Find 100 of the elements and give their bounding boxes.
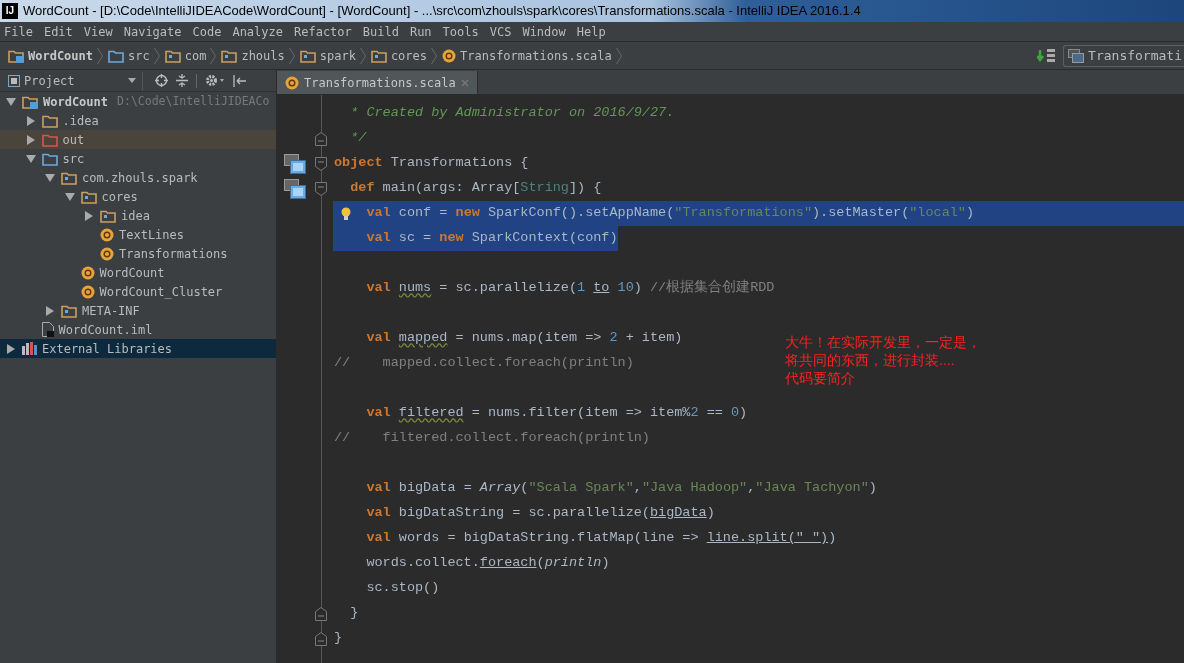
- tree-item[interactable]: cores: [0, 187, 276, 206]
- folder-icon: [108, 48, 125, 63]
- settings-icon[interactable]: [205, 74, 225, 87]
- code-line: object Transformations {: [333, 154, 529, 173]
- menu-item[interactable]: Edit: [43, 25, 73, 38]
- fold-marker-icon[interactable]: [315, 606, 327, 621]
- breadcrumb[interactable]: cores: [370, 46, 431, 65]
- code-line: sc.stop(): [365, 579, 440, 598]
- folder-icon: [8, 48, 24, 63]
- tree-item[interactable]: WordCount D:\Code\IntelliJIDEACo: [0, 92, 276, 111]
- lightbulb-icon[interactable]: [341, 206, 351, 221]
- code-line: val bigData = Array("Scala Spark","Java Hadoop","Java Tachyon"): [365, 479, 877, 498]
- editor-tab[interactable]: Transformations.scala: [277, 71, 478, 94]
- collapsed-arrow-icon[interactable]: [26, 134, 35, 145]
- project-view-dropdown[interactable]: Project: [8, 71, 136, 90]
- folder-icon: [299, 48, 316, 63]
- breadcrumb[interactable]: Transformations.scala: [442, 46, 616, 65]
- folder-icon: [61, 170, 77, 185]
- separator-icon: [615, 47, 622, 64]
- menu-item[interactable]: VCS: [489, 25, 512, 38]
- folder-icon: [41, 113, 58, 128]
- class-icon: [442, 48, 456, 63]
- code-line: */: [349, 129, 367, 148]
- folder-icon: [41, 132, 58, 147]
- menu-item[interactable]: File: [4, 25, 33, 38]
- hide-icon[interactable]: [233, 74, 246, 87]
- menu-item[interactable]: View: [83, 25, 113, 38]
- class-icon: [100, 227, 114, 242]
- breadcrumb[interactable]: src: [108, 46, 154, 65]
- collapse-icon[interactable]: [176, 74, 188, 87]
- tree-item[interactable]: src: [0, 149, 276, 168]
- menu-item[interactable]: Refactor: [294, 25, 352, 38]
- expanded-arrow-icon[interactable]: [64, 192, 75, 201]
- folder-icon: [221, 48, 238, 63]
- breadcrumb[interactable]: zhouls: [221, 46, 289, 65]
- run-configuration-dropdown[interactable]: Transformati: [1063, 44, 1184, 67]
- tree-item[interactable]: Transformations: [0, 244, 276, 263]
- expanded-arrow-icon[interactable]: [45, 173, 55, 182]
- library-icon: [22, 342, 37, 355]
- code-line: // mapped.collect.foreach(println): [333, 354, 634, 373]
- tree-item[interactable]: idea: [0, 206, 276, 225]
- code-line: }: [349, 604, 359, 623]
- panel-icon: [8, 74, 20, 87]
- class-icon: [80, 265, 95, 280]
- menu-item[interactable]: Window: [522, 25, 566, 38]
- collapsed-arrow-icon[interactable]: [46, 305, 54, 316]
- file-icon: [41, 322, 54, 337]
- tree-item[interactable]: External Libraries: [0, 339, 276, 358]
- tree-item[interactable]: WordCount: [0, 263, 276, 282]
- fold-marker-icon[interactable]: [315, 631, 327, 646]
- breadcrumb[interactable]: WordCount: [8, 46, 98, 65]
- window-title: WordCount - [D:\Code\IntelliJIDEACode\WordCount] - [WordCount] - ...\src\com\zhouls\spark\cores\Transformations.scala - IntelliJ IDEA 2016.1.4: [23, 2, 861, 21]
- tree-item-label: WordCount: [43, 93, 109, 111]
- code-line: val bigDataString = sc.parallelize(bigData): [365, 504, 715, 523]
- code-line: // filtered.collect.foreach(println): [333, 429, 650, 448]
- class-icon: [80, 284, 95, 299]
- tree-item[interactable]: WordCount.iml: [0, 320, 276, 339]
- fold-marker-icon[interactable]: [315, 131, 327, 146]
- separator-icon: [97, 47, 104, 64]
- expanded-arrow-icon[interactable]: [6, 97, 16, 106]
- collapsed-arrow-icon[interactable]: [7, 343, 15, 354]
- folder-icon: [80, 189, 97, 204]
- menu-item[interactable]: Run: [409, 25, 432, 38]
- tree-item[interactable]: com.zhouls.spark: [0, 168, 276, 187]
- tree-item[interactable]: TextLines: [0, 225, 276, 244]
- fold-marker-icon[interactable]: [315, 156, 327, 171]
- menu-item[interactable]: Tools: [442, 25, 479, 38]
- app-logo: IJ: [2, 3, 18, 19]
- window-stack-icon[interactable]: [284, 153, 306, 174]
- fold-marker-icon[interactable]: [315, 181, 327, 196]
- menu-item[interactable]: Navigate: [123, 25, 182, 38]
- code-line: val filtered = nums.filter(item => item%2 == 0): [365, 404, 748, 423]
- breadcrumb[interactable]: spark: [299, 46, 360, 65]
- breadcrumb[interactable]: com: [164, 46, 211, 65]
- separator-icon: [288, 47, 295, 64]
- expanded-arrow-icon[interactable]: [25, 154, 36, 163]
- menu-item[interactable]: Code: [192, 25, 222, 38]
- tree-item[interactable]: out: [0, 130, 276, 149]
- code-line: val words = bigDataString.flatMap(line => line.split(" ")): [365, 529, 837, 548]
- folder-icon: [164, 48, 181, 63]
- tree-item[interactable]: META-INF: [0, 301, 276, 320]
- locate-icon[interactable]: [155, 74, 168, 87]
- tree-item[interactable]: .idea: [0, 111, 276, 130]
- folder-icon: [41, 151, 58, 166]
- menu-item[interactable]: Help: [576, 25, 606, 38]
- code-line: * Created by Administrator on 2016/9/27.: [349, 104, 675, 123]
- class-icon: [285, 75, 299, 90]
- collapsed-arrow-icon[interactable]: [85, 210, 93, 221]
- folder-icon: [100, 208, 116, 223]
- tree-item[interactable]: WordCount_Cluster: [0, 282, 276, 301]
- menu-item[interactable]: Build: [362, 25, 399, 38]
- code-line: }: [333, 629, 343, 648]
- menu-item[interactable]: Analyze: [232, 25, 283, 38]
- annotation-note: 大牛！在实际开发里，一定是， 将共同的东西，进行封装.... 代码要简介: [785, 333, 981, 387]
- code-line: val nums = sc.parallelize(1 to 10) //根据集合创建RDD: [365, 278, 775, 298]
- window-stack-icon[interactable]: [284, 178, 306, 199]
- class-icon: [100, 246, 114, 261]
- collapsed-arrow-icon[interactable]: [26, 115, 35, 126]
- code-line: val mapped = nums.map(item => 2 + item): [365, 329, 683, 348]
- sort-icon[interactable]: [1037, 47, 1058, 64]
